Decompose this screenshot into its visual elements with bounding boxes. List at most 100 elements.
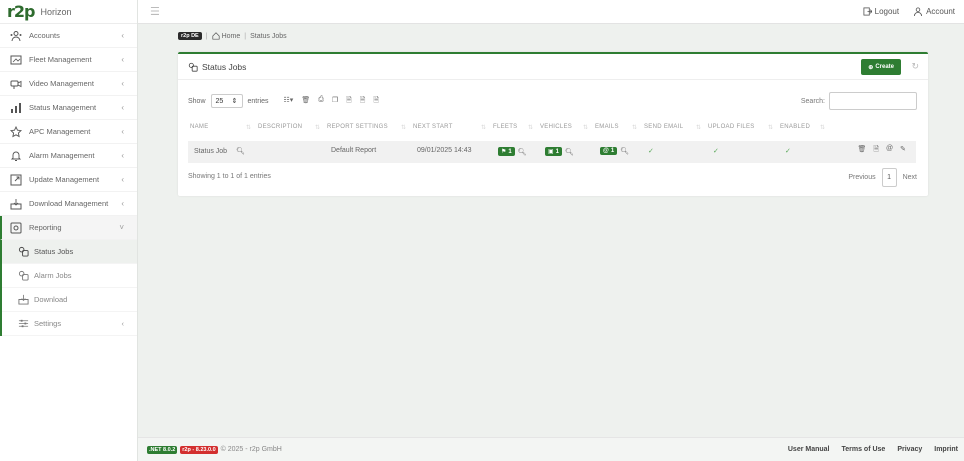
- brand[interactable]: r2p Horizon: [0, 0, 137, 24]
- menu-toggle-icon[interactable]: ☰: [150, 5, 160, 18]
- col-header-upload-files[interactable]: UPLOAD FILES: [708, 124, 755, 130]
- bell-icon: [9, 149, 23, 163]
- page-size-select[interactable]: 25 ⇕: [210, 94, 243, 108]
- cell-name: Status Job 🔍︎: [194, 147, 245, 156]
- sort-icon[interactable]: ⇅: [315, 124, 320, 131]
- download-box-icon: [9, 197, 23, 211]
- create-label: Create: [875, 64, 894, 70]
- sidebar-item-fleet-management[interactable]: Fleet Management ‹: [0, 48, 137, 72]
- sidebar-subitem-settings[interactable]: Settings ‹: [2, 312, 137, 336]
- col-header-enabled[interactable]: ENABLED: [780, 124, 810, 130]
- logout-link[interactable]: Logout: [863, 7, 899, 16]
- account-label: Account: [926, 7, 955, 16]
- report-doc-icon[interactable]: 🗎︎: [873, 145, 879, 156]
- job-name: Status Job: [194, 147, 228, 155]
- gears-icon: [17, 270, 29, 282]
- sidebar-item-reporting[interactable]: Reporting ˅: [0, 216, 137, 240]
- gears-icon: [17, 246, 29, 258]
- search-icon[interactable]: 🔍︎: [565, 148, 574, 156]
- export-excel-icon[interactable]: 🗎︎: [360, 96, 366, 107]
- print-icon[interactable]: ⎙: [318, 96, 324, 107]
- sidebar-item-apc-management[interactable]: APC Management ‹: [0, 120, 137, 144]
- chevron-left-icon: ‹: [121, 103, 124, 112]
- sort-icon[interactable]: ⇅: [820, 124, 825, 131]
- sidebar-subitem-label: Status Jobs: [34, 247, 74, 256]
- table-info: Showing 1 to 1 of 1 entries: [188, 173, 271, 180]
- table-tools: ☷▾ 🗑︎ ⎙ ❐ 🗎︎ 🗎︎ 🗎︎: [284, 96, 380, 107]
- user-manual-link[interactable]: User Manual: [788, 446, 830, 453]
- sort-icon[interactable]: ⇅: [696, 124, 701, 131]
- sidebar-subitem-alarm-jobs[interactable]: Alarm Jobs: [2, 264, 137, 288]
- vehicle-icon: ▣: [548, 149, 554, 155]
- next-button[interactable]: Next: [903, 174, 917, 181]
- imprint-link[interactable]: Imprint: [934, 446, 958, 453]
- sidebar-item-status-management[interactable]: Status Management ‹: [0, 96, 137, 120]
- col-header-description[interactable]: DESCRIPTION: [258, 124, 302, 130]
- sort-icon[interactable]: ⇅: [768, 124, 773, 131]
- at-icon[interactable]: @: [886, 145, 893, 156]
- sort-icon[interactable]: ⇅: [528, 124, 533, 131]
- pagination: Previous 1 Next: [848, 168, 917, 187]
- sidebar-item-label: Update Management: [29, 175, 100, 184]
- col-header-fleets[interactable]: FLEETS: [493, 124, 517, 130]
- sidebar-subitem-status-jobs[interactable]: Status Jobs: [2, 240, 137, 264]
- sort-icon[interactable]: ⇅: [632, 124, 637, 131]
- gears-icon: [188, 62, 198, 72]
- create-button[interactable]: ⊕ Create: [861, 59, 901, 75]
- col-header-report-settings[interactable]: REPORT SETTINGS: [327, 124, 388, 130]
- col-header-next-start[interactable]: NEXT START: [413, 124, 453, 130]
- table-row[interactable]: Status Job 🔍︎ Default Report 09/01/2025 …: [188, 141, 916, 163]
- chevron-left-icon: ‹: [121, 127, 124, 136]
- delete-icon[interactable]: 🗑︎: [857, 145, 866, 156]
- page-1-button[interactable]: 1: [881, 168, 897, 187]
- sidebar-item-download-management[interactable]: Download Management ‹: [0, 192, 137, 216]
- vehicles-badge[interactable]: ▣ 1: [545, 147, 563, 156]
- previous-button[interactable]: Previous: [848, 174, 875, 181]
- sidebar-item-accounts[interactable]: Accounts ‹: [0, 24, 137, 48]
- sidebar-subitem-download[interactable]: Download: [2, 288, 137, 312]
- sidebar-item-label: APC Management: [29, 127, 91, 136]
- fleets-badge[interactable]: ⚑ 1: [498, 147, 515, 156]
- sidebar-item-label: Download Management: [29, 199, 109, 208]
- col-header-name[interactable]: NAME: [190, 124, 209, 130]
- sidebar-item-alarm-management[interactable]: Alarm Management ‹: [0, 144, 137, 168]
- brand-name: Horizon: [40, 6, 72, 17]
- card-title-text: Status Jobs: [202, 61, 247, 72]
- sort-icon[interactable]: ⇅: [246, 124, 251, 131]
- reporting-subnav: Status Jobs Alarm Jobs Download Settings…: [0, 240, 137, 336]
- table-controls: Show 25 ⇕ entries ☷▾ 🗑︎ ⎙ ❐ 🗎︎ 🗎︎ 🗎︎: [188, 94, 379, 108]
- export-csv-icon[interactable]: 🗎︎: [346, 96, 352, 107]
- export-pdf-icon[interactable]: 🗎︎: [373, 96, 379, 107]
- status-jobs-table: NAME ⇅ DESCRIPTION ⇅ REPORT SETTINGS ⇅ N…: [188, 120, 916, 163]
- vehicles-count: 1: [555, 148, 560, 155]
- breadcrumb-separator: |: [244, 32, 247, 40]
- star-icon: [9, 125, 23, 139]
- trash-icon[interactable]: 🗑︎: [301, 96, 310, 107]
- search-icon[interactable]: 🔍︎: [518, 148, 527, 156]
- refresh-icon[interactable]: ↻: [911, 61, 919, 72]
- col-header-vehicles[interactable]: VEHICLES: [540, 124, 572, 130]
- sidebar-item-update-management[interactable]: Update Management ‹: [0, 168, 137, 192]
- col-header-emails[interactable]: EMAILS: [595, 124, 619, 130]
- sidebar-item-video-management[interactable]: Video Management ‹: [0, 72, 137, 96]
- terms-link[interactable]: Terms of Use: [842, 446, 886, 453]
- col-header-send-email[interactable]: SEND EMAIL: [644, 124, 683, 130]
- tenant-badge[interactable]: r2p DE: [178, 32, 202, 40]
- edit-icon[interactable]: ✎: [900, 145, 906, 156]
- at-icon: @: [603, 148, 609, 154]
- breadcrumb-home[interactable]: Home: [212, 32, 240, 40]
- search-input[interactable]: [829, 92, 917, 110]
- account-link[interactable]: Account: [913, 7, 955, 16]
- search-icon[interactable]: 🔍︎: [620, 147, 629, 155]
- sort-icon[interactable]: ⇅: [401, 124, 406, 131]
- emails-badge[interactable]: @1: [600, 147, 618, 155]
- privacy-link[interactable]: Privacy: [897, 446, 922, 453]
- chevron-left-icon: ‹: [121, 55, 124, 64]
- sort-icon[interactable]: ⇅: [583, 124, 588, 131]
- sort-icon[interactable]: ⇅: [481, 124, 486, 131]
- bar-chart-icon: [9, 101, 23, 115]
- search-icon[interactable]: 🔍︎: [236, 147, 245, 155]
- camera-icon: [9, 77, 23, 91]
- copy-icon[interactable]: ❐: [332, 96, 338, 107]
- columns-toggle-icon[interactable]: ☷▾: [284, 96, 294, 107]
